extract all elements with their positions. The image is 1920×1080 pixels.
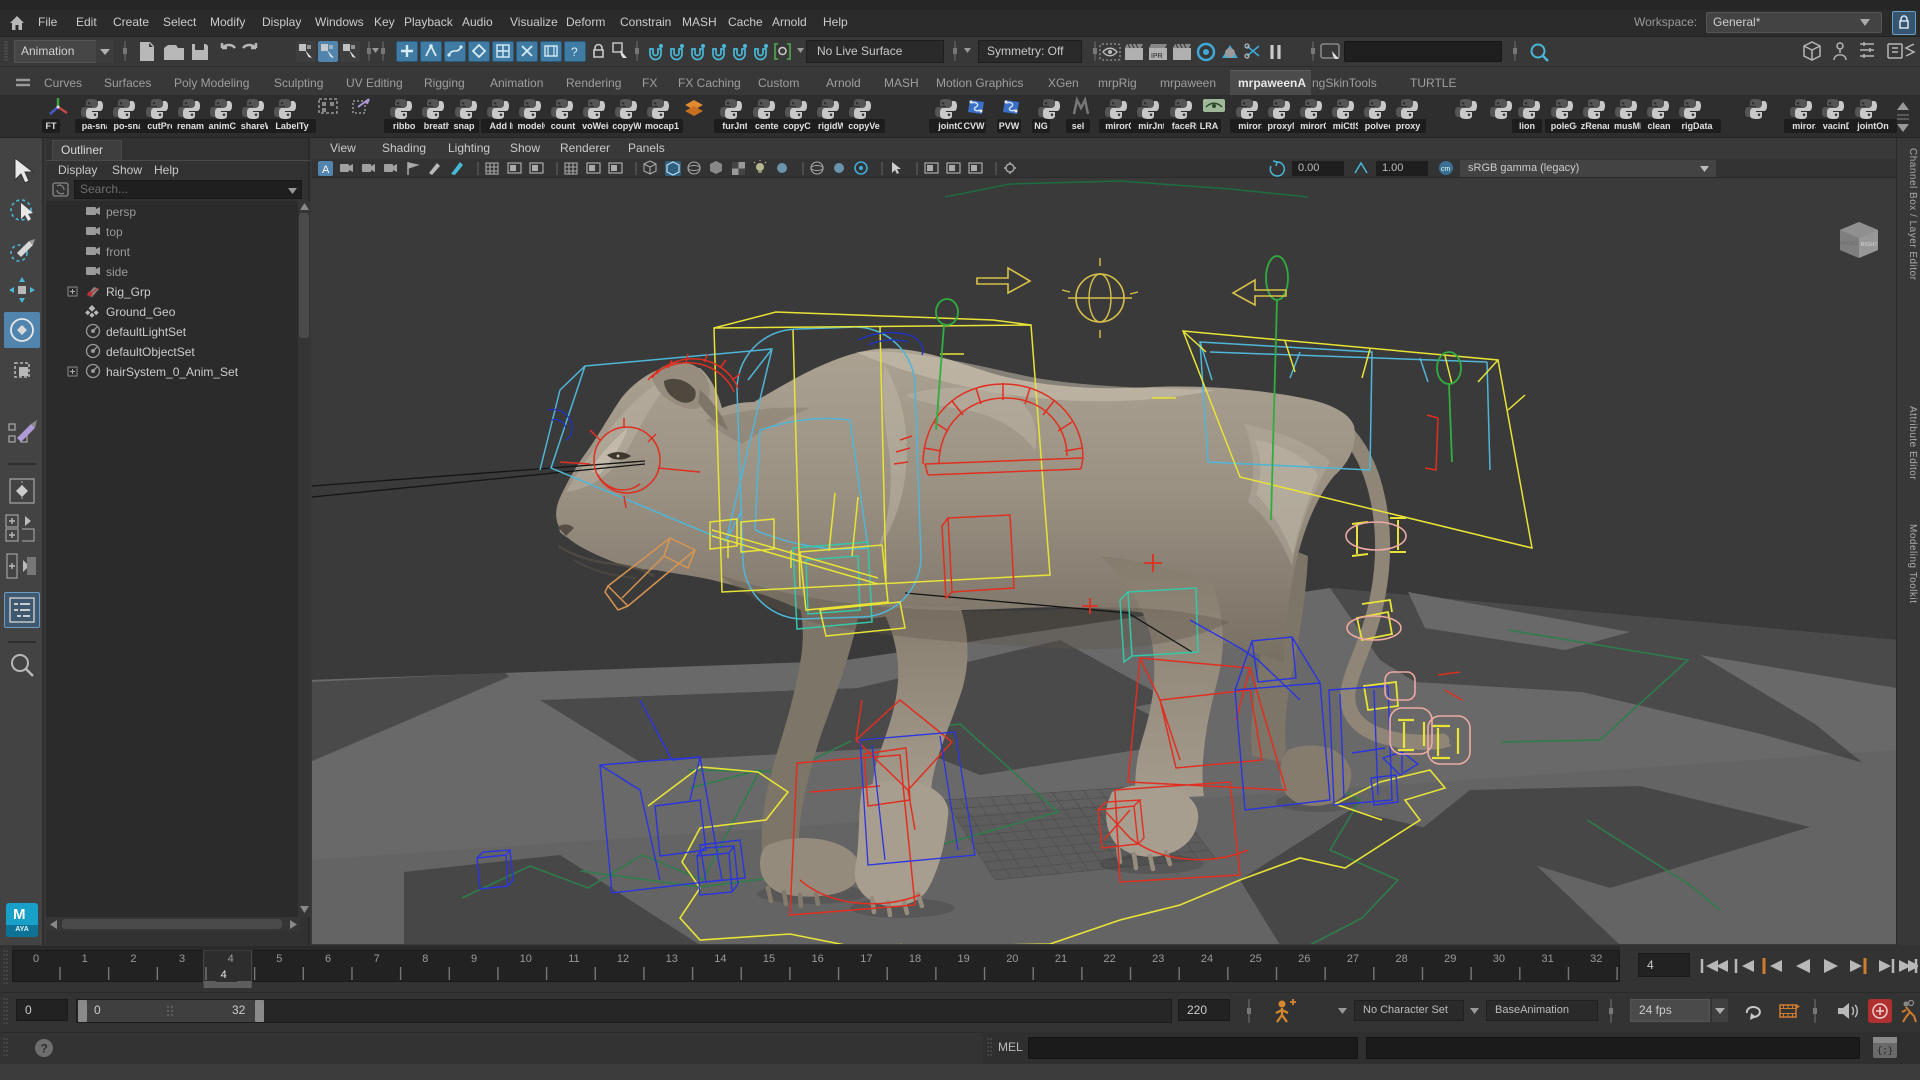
svg-text:13: 13 (666, 953, 678, 965)
svg-text:31: 31 (1541, 953, 1553, 965)
svg-text:4: 4 (221, 969, 227, 981)
svg-text:25: 25 (1250, 953, 1262, 965)
svg-text:23: 23 (1152, 953, 1164, 965)
svg-text:15: 15 (763, 953, 775, 965)
svg-text:16: 16 (812, 953, 824, 965)
svg-text:2: 2 (130, 953, 136, 965)
svg-text:?: ? (571, 45, 578, 59)
svg-text:26: 26 (1298, 953, 1310, 965)
svg-text:27: 27 (1347, 953, 1359, 965)
svg-text:20: 20 (1006, 953, 1018, 965)
svg-text:18: 18 (909, 953, 921, 965)
svg-text:8: 8 (422, 953, 428, 965)
svg-text:IPR: IPR (1151, 53, 1163, 60)
svg-text:19: 19 (958, 953, 970, 965)
svg-text:?: ? (41, 1042, 48, 1056)
svg-text:cm: cm (1441, 166, 1451, 173)
svg-text:24: 24 (1201, 953, 1213, 965)
svg-text:7: 7 (374, 953, 380, 965)
svg-text:29: 29 (1444, 953, 1456, 965)
svg-text:0: 0 (33, 953, 39, 965)
svg-text:14: 14 (714, 953, 726, 965)
svg-text:32: 32 (1590, 953, 1602, 965)
svg-text:FRONT: FRONT (1840, 241, 1860, 247)
svg-text:5: 5 (276, 953, 282, 965)
svg-text:28: 28 (1395, 953, 1407, 965)
svg-text:4: 4 (228, 953, 234, 965)
svg-text:6: 6 (325, 953, 331, 965)
svg-text:12: 12 (617, 953, 629, 965)
svg-text:22: 22 (1104, 953, 1116, 965)
svg-text:9: 9 (471, 953, 477, 965)
svg-text:{;}: {;} (1877, 1046, 1893, 1056)
svg-text:30: 30 (1493, 953, 1505, 965)
svg-text:3: 3 (179, 953, 185, 965)
svg-text:21: 21 (1055, 953, 1067, 965)
svg-text:10: 10 (520, 953, 532, 965)
svg-text:RIGHT: RIGHT (1860, 242, 1878, 248)
svg-text:11: 11 (568, 953, 579, 965)
svg-text:A: A (322, 164, 330, 176)
svg-text:1: 1 (82, 953, 88, 965)
svg-text:17: 17 (860, 953, 872, 965)
